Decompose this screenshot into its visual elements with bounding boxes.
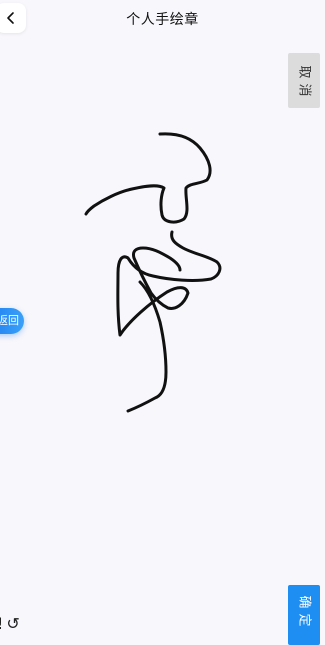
- clear-icon[interactable]: !: [0, 614, 3, 634]
- cancel-button[interactable]: 取 消: [288, 53, 320, 108]
- bottom-toolbar: ! ↺: [0, 614, 20, 634]
- signature-drawing: [84, 132, 222, 413]
- page-title: 个人手绘章: [126, 12, 199, 28]
- confirm-label-char-2: 定: [296, 613, 312, 627]
- confirm-label-char-1: 确: [296, 595, 312, 609]
- cancel-label-char-1: 取: [296, 64, 312, 79]
- signature-canvas[interactable]: [0, 38, 325, 634]
- return-label: 返回: [0, 314, 19, 327]
- confirm-button[interactable]: 确 定: [288, 585, 320, 645]
- undo-icon[interactable]: ↺: [6, 614, 19, 634]
- cancel-label-char-2: 消: [296, 82, 312, 97]
- signature-stroke: [84, 132, 222, 413]
- header-bar: 个人手绘章: [0, 0, 325, 38]
